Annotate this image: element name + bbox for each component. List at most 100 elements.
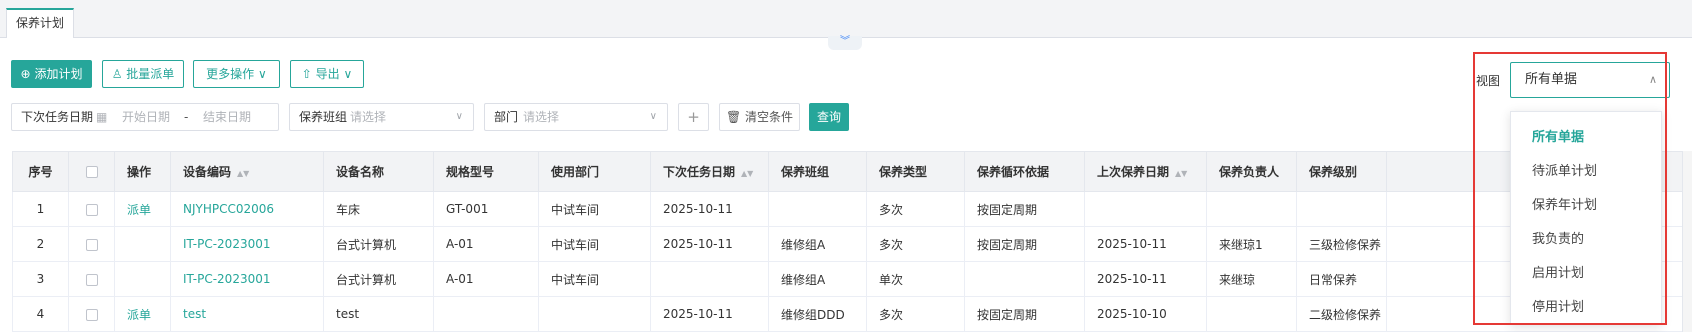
- export-label: 导出: [315, 67, 340, 81]
- next-task-date: 2025-10-11: [650, 191, 769, 227]
- equipment-name: 车床: [323, 191, 434, 227]
- table-row[interactable]: 1 派单 NJYHPCC02006 车床 GT-001 中试车间 2025-10…: [12, 191, 1692, 227]
- next-task-date: [650, 261, 769, 297]
- row-checkbox[interactable]: [68, 191, 115, 227]
- equipment-code-link[interactable]: IT-PC-2023001: [170, 226, 324, 262]
- col-header: 保养级别: [1296, 151, 1387, 192]
- last-maint-date: 2025-10-11: [1084, 261, 1207, 297]
- dispatch-link[interactable]: [114, 261, 171, 297]
- cycle-basis: [964, 261, 1085, 297]
- row-index: 1: [12, 191, 69, 227]
- maint-level: [1296, 191, 1387, 227]
- maint-owner: 来继琼: [1206, 261, 1297, 297]
- tab-maintenance-plan[interactable]: 保养计划: [6, 8, 74, 38]
- view-option-pending-dispatch[interactable]: 待派单计划: [1532, 160, 1597, 179]
- cycle-basis: 按固定周期: [964, 226, 1085, 262]
- department: 中试车间: [538, 226, 651, 262]
- row-index: 3: [12, 261, 69, 297]
- dept-label: 部门: [494, 110, 519, 124]
- col-header-label: 上次保养日期: [1097, 165, 1170, 179]
- next-task-date: 2025-10-11: [650, 226, 769, 262]
- table-row[interactable]: 4 派单 test test 2025-10-11 维修组DDD 多次 按固定周…: [12, 296, 1692, 332]
- equipment-code-link[interactable]: IT-PC-2023001: [170, 261, 324, 297]
- equipment-code-link[interactable]: test: [170, 296, 324, 332]
- col-header: 保养班组: [768, 151, 867, 192]
- col-header-sortable[interactable]: 上次保养日期 ▲▼: [1084, 151, 1207, 192]
- row-checkbox[interactable]: [68, 296, 115, 332]
- row-checkbox[interactable]: [68, 261, 115, 297]
- last-maint-date: 2025-10-10: [1084, 296, 1207, 332]
- dispatch-link[interactable]: 派单: [114, 191, 171, 227]
- dispatch-link[interactable]: [114, 226, 171, 262]
- equipment-name: test: [323, 296, 434, 332]
- row-index: 2: [12, 226, 69, 262]
- maint-owner: [1206, 191, 1297, 227]
- next-task-date: 2025-10-11: [650, 296, 769, 332]
- maint-type: 多次: [866, 226, 965, 262]
- view-option-all[interactable]: 所有单据: [1532, 126, 1584, 145]
- next-task-date-label: 下次任务日期: [21, 110, 94, 124]
- sort-icon[interactable]: ▲▼: [741, 169, 753, 178]
- maint-team: 维修组A: [768, 226, 867, 262]
- view-option-annual-plan[interactable]: 保养年计划: [1532, 194, 1597, 213]
- export-button[interactable]: ⇧ 导出 ∨: [290, 60, 364, 88]
- team-filter[interactable]: 保养班组 请选择 ∨: [289, 103, 474, 131]
- view-dropdown: 所有单据 待派单计划 保养年计划 我负责的 启用计划 停用计划: [1510, 111, 1662, 325]
- batch-dispatch-button[interactable]: ♙ 批量派单: [102, 60, 184, 88]
- equipment-code-link[interactable]: NJYHPCC02006: [170, 191, 324, 227]
- tab-bar: 保养计划: [0, 0, 1692, 38]
- col-header: 保养循环依据: [964, 151, 1085, 192]
- cycle-basis: 按固定周期: [964, 191, 1085, 227]
- query-button[interactable]: 查询: [809, 103, 849, 131]
- table-row[interactable]: 3 IT-PC-2023001 台式计算机 A-01 中试车间 维修组A 单次 …: [12, 261, 1692, 297]
- collapse-toggle-icon[interactable]: ︾: [828, 36, 862, 50]
- dept-filter[interactable]: 部门 请选择 ∨: [484, 103, 668, 131]
- user-icon: ♙: [111, 67, 123, 81]
- equipment-name: 台式计算机: [323, 226, 434, 262]
- view-option-mine[interactable]: 我负责的: [1532, 228, 1584, 247]
- maint-team: 维修组A: [768, 261, 867, 297]
- col-header-sortable[interactable]: 下次任务日期 ▲▼: [650, 151, 769, 192]
- table-header-row: 序号 操作 设备编码 ▲▼ 设备名称 规格型号 使用部门 下次任务日期 ▲▼ 保养班…: [12, 151, 1692, 192]
- sort-icon[interactable]: ▲▼: [1175, 169, 1187, 178]
- sort-icon[interactable]: ▲▼: [237, 169, 249, 178]
- clear-filters-button[interactable]: 🗑 清空条件: [719, 103, 800, 131]
- maint-level: 二级检修保养: [1296, 296, 1387, 332]
- col-header: 设备名称: [323, 151, 434, 192]
- spec-model: [433, 296, 539, 332]
- end-date-input[interactable]: 结束日期: [203, 104, 251, 130]
- maint-team: 维修组DDD: [768, 296, 867, 332]
- plus-circle-icon: ⊕: [20, 67, 31, 81]
- col-header-label: 下次任务日期: [663, 165, 736, 179]
- cycle-basis: 按固定周期: [964, 296, 1085, 332]
- maint-type: 多次: [866, 296, 965, 332]
- more-ops-button[interactable]: 更多操作 ∨: [193, 60, 280, 88]
- select-all-checkbox[interactable]: [68, 151, 115, 192]
- maint-type: 多次: [866, 191, 965, 227]
- view-select[interactable]: 所有单据 ∧: [1510, 62, 1670, 98]
- dispatch-link[interactable]: 派单: [114, 296, 171, 332]
- equipment-name: 台式计算机: [323, 261, 434, 297]
- table-scrollbar[interactable]: [1682, 151, 1692, 332]
- row-checkbox[interactable]: [68, 226, 115, 262]
- next-task-date-filter[interactable]: 下次任务日期 ▦ 开始日期 - 结束日期: [11, 103, 279, 131]
- trash-icon: 🗑: [725, 110, 742, 124]
- start-date-input[interactable]: 开始日期: [122, 104, 170, 130]
- team-placeholder: 请选择: [350, 110, 387, 124]
- col-header: 序号: [12, 151, 69, 192]
- maint-level: 日常保养: [1296, 261, 1387, 297]
- view-option-enabled[interactable]: 启用计划: [1532, 262, 1584, 281]
- maint-team: [768, 191, 867, 227]
- col-header-label: 设备编码: [183, 165, 232, 179]
- add-filter-button[interactable]: +: [678, 103, 709, 131]
- spec-model: GT-001: [433, 191, 539, 227]
- maint-owner: 来继琼1: [1206, 226, 1297, 262]
- col-header-sortable[interactable]: 设备编码 ▲▼: [170, 151, 324, 192]
- maint-owner: [1206, 296, 1297, 332]
- add-plan-button[interactable]: ⊕ 添加计划: [11, 60, 92, 88]
- view-option-disabled[interactable]: 停用计划: [1532, 296, 1584, 315]
- chevron-down-icon: ∨: [649, 111, 657, 122]
- table-row[interactable]: 2 IT-PC-2023001 台式计算机 A-01 中试车间 2025-10-…: [12, 226, 1692, 262]
- department: 中试车间: [538, 191, 651, 227]
- department: [538, 296, 651, 332]
